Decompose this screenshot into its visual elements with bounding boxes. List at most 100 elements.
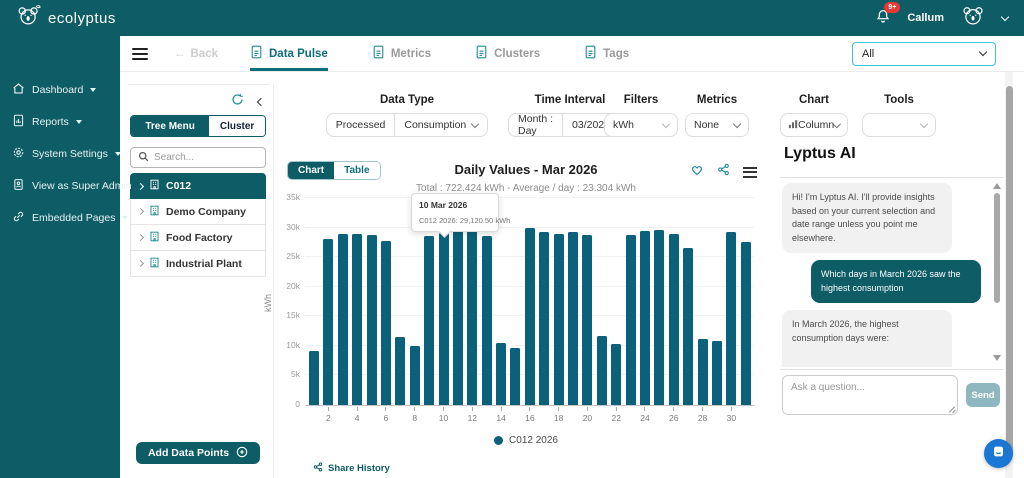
menu-toggle-icon[interactable] (132, 48, 148, 60)
resize-handle-icon[interactable] (948, 405, 956, 413)
gridline (305, 197, 755, 198)
legend-label: C012 2026 (509, 435, 558, 446)
time-interval-segment[interactable]: Month : Day (509, 114, 562, 136)
chart-legend[interactable]: C012 2026 (285, 435, 767, 446)
data-type-value[interactable]: Consumption (394, 114, 487, 136)
app-root: ecolyptus 9+ Callum (0, 0, 1024, 478)
tab-tags[interactable]: Tags (584, 36, 629, 71)
add-data-points-button[interactable]: Add Data Points (136, 442, 260, 464)
data-type-select[interactable]: Processed Consumption (326, 113, 488, 137)
user-avatar[interactable] (960, 5, 986, 31)
chevron-right-icon[interactable] (137, 208, 144, 215)
tools-select[interactable] (862, 113, 936, 137)
bar[interactable] (482, 236, 492, 405)
collapse-panel-icon[interactable] (257, 98, 265, 106)
share-history-button[interactable]: Share History (313, 462, 390, 475)
bar[interactable] (525, 228, 535, 405)
scroll-up-icon[interactable] (993, 183, 1001, 189)
filters-select[interactable]: kWh (604, 113, 678, 137)
tab-clusters[interactable]: Clusters (475, 36, 540, 71)
share-icon[interactable] (717, 163, 730, 181)
bar[interactable] (698, 339, 708, 405)
page-scrollbar[interactable] (1005, 36, 1013, 478)
scrollbar-thumb[interactable] (994, 193, 1000, 303)
data-type-segment[interactable]: Processed (327, 114, 395, 136)
sidebar-item-embedded-pages[interactable]: Embedded Pages (0, 202, 120, 234)
bar[interactable] (323, 239, 333, 405)
bar[interactable] (582, 235, 592, 405)
chevron-right-icon[interactable] (137, 234, 144, 241)
user-menu-chevron-icon[interactable] (1001, 12, 1009, 20)
tab-tree-menu[interactable]: Tree Menu (131, 116, 209, 136)
brand[interactable]: ecolyptus (16, 4, 116, 33)
bar[interactable] (539, 232, 549, 405)
send-button[interactable]: Send (966, 383, 1000, 407)
scope-select[interactable]: All (852, 42, 996, 66)
bar[interactable] (741, 242, 751, 405)
koala-avatar-icon (961, 4, 985, 33)
control-tools: Tools (862, 94, 936, 137)
chevron-right-icon[interactable] (137, 182, 144, 189)
bar[interactable] (352, 234, 362, 406)
sidebar-item-reports[interactable]: Reports (0, 106, 120, 138)
bar[interactable] (395, 337, 405, 405)
bar[interactable] (640, 231, 650, 405)
bar[interactable] (726, 232, 736, 405)
xtick-label (424, 407, 434, 425)
tree-item-industrial-plant[interactable]: Industrial Plant (130, 251, 266, 277)
bar[interactable] (309, 351, 319, 405)
scrollbar-thumb[interactable] (1006, 86, 1013, 458)
bar[interactable] (467, 228, 477, 405)
control-data-type: Data Type Processed Consumption (345, 94, 469, 137)
bar[interactable] (568, 232, 578, 405)
back-button[interactable]: ← Back (174, 48, 218, 60)
ask-question-input[interactable] (782, 375, 958, 415)
bar[interactable] (338, 234, 348, 405)
tree-item-demo-company[interactable]: Demo Company (130, 199, 266, 225)
bar[interactable] (712, 341, 722, 405)
sidebar-item-system-settings[interactable]: System Settings (0, 138, 120, 170)
legend-dot (494, 436, 503, 445)
refresh-icon[interactable] (231, 93, 244, 111)
chevron-right-icon[interactable] (137, 260, 144, 267)
bar[interactable] (654, 230, 664, 405)
xtick-label (654, 407, 664, 425)
bar[interactable] (626, 235, 636, 405)
plus-circle-icon (236, 446, 248, 461)
bar[interactable] (554, 234, 564, 405)
building-icon (149, 231, 160, 245)
bar[interactable] (424, 236, 434, 405)
scroll-down-icon[interactable] (993, 355, 1001, 361)
chart-menu-icon[interactable] (743, 167, 757, 178)
bar[interactable] (611, 344, 621, 405)
tab-metrics[interactable]: Metrics (372, 36, 431, 71)
bar[interactable] (367, 235, 377, 405)
control-label: Metrics (697, 94, 737, 106)
bar[interactable] (510, 348, 520, 405)
chat-widget-button[interactable] (984, 439, 1013, 468)
ai-chat-scrollbar[interactable] (993, 183, 1001, 361)
bar[interactable] (683, 248, 693, 405)
tree-item-c012[interactable]: C012 (130, 173, 266, 199)
bar[interactable] (496, 343, 506, 405)
tab-data-pulse[interactable]: Data Pulse (250, 36, 328, 71)
chevron-down-icon (920, 119, 928, 127)
tree-item-food-factory[interactable]: Food Factory (130, 225, 266, 251)
tab-cluster[interactable]: Cluster (209, 116, 265, 136)
bar[interactable] (453, 228, 463, 405)
bar[interactable] (439, 233, 449, 405)
chart-type-select[interactable]: Column (780, 113, 848, 137)
bar[interactable] (381, 241, 391, 405)
search-input[interactable] (154, 152, 258, 163)
xtick-label (712, 407, 722, 425)
metrics-select[interactable]: None (685, 113, 749, 137)
tree-search[interactable] (130, 147, 266, 168)
favorite-heart-icon[interactable] (690, 163, 704, 181)
bar[interactable] (410, 346, 420, 405)
notifications-button[interactable]: 9+ (875, 8, 891, 29)
bar[interactable] (669, 234, 679, 406)
bar[interactable] (597, 336, 607, 405)
sidebar-item-view-as-super-admin[interactable]: View as Super Admin (0, 170, 120, 202)
xtick-label (510, 407, 520, 425)
sidebar-item-dashboard[interactable]: Dashboard (0, 74, 120, 106)
